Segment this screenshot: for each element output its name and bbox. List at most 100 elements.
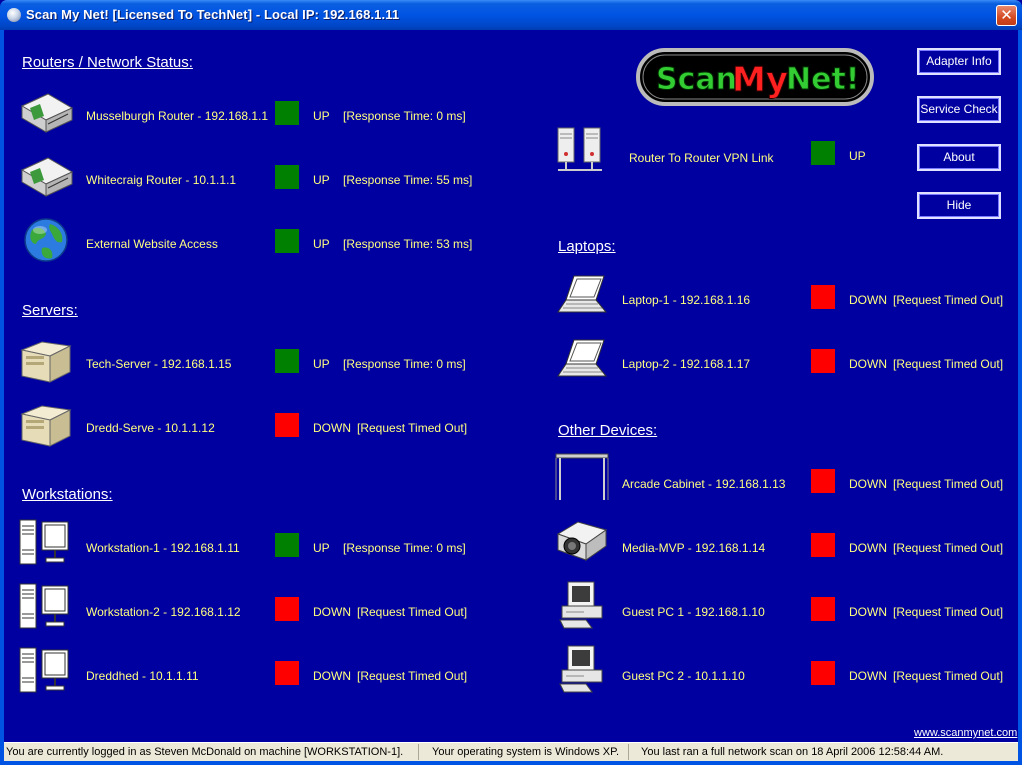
workstation-1-label: Workstation-1 - 192.168.1.11 [86, 541, 240, 555]
svg-text:Net!: Net! [786, 62, 859, 97]
desktop-pc-icon[interactable] [554, 580, 610, 632]
scan-my-net-logo: Scan My Net! [636, 48, 874, 106]
app-icon [7, 8, 21, 22]
website-link[interactable]: www.scanmynet.com [914, 727, 1017, 739]
dredd-serve-label: Dredd-Serve - 10.1.1.12 [86, 421, 215, 435]
request-timeout: [Request Timed Out] [893, 669, 1004, 683]
media-mvp-label: Media-MVP - 192.168.1.14 [622, 541, 766, 555]
laptop-icon[interactable] [554, 334, 610, 386]
status-indicator-up [275, 349, 299, 373]
client-area: Scan My Net! Adapter Info Service Check … [4, 30, 1018, 742]
section-laptops-heading: Laptops: [558, 238, 616, 255]
guest-pc-1-label: Guest PC 1 - 192.168.1.10 [622, 605, 765, 619]
svg-text:Scan: Scan [656, 62, 737, 97]
status-indicator-down [811, 533, 835, 557]
status-indicator-down [275, 597, 299, 621]
status-text: DOWN [849, 605, 887, 619]
server-icon[interactable] [18, 398, 74, 450]
response-time: [Response Time: 55 ms] [343, 173, 473, 187]
request-timeout: [Request Timed Out] [357, 421, 468, 435]
request-timeout: [Request Timed Out] [357, 605, 468, 619]
status-indicator-down [811, 597, 835, 621]
status-indicator-down [275, 413, 299, 437]
status-indicator-down [811, 661, 835, 685]
title-bar[interactable]: Scan My Net! [Licensed To TechNet] - Loc… [0, 0, 1022, 30]
status-text: DOWN [849, 541, 887, 555]
status-indicator-up [275, 533, 299, 557]
server-icon[interactable] [18, 334, 74, 386]
status-indicator-down [275, 661, 299, 685]
router-musselburgh-label: Musselburgh Router - 192.168.1.1 [86, 109, 269, 123]
request-timeout: [Request Timed Out] [357, 669, 468, 683]
router-icon[interactable] [18, 86, 74, 138]
status-indicator-down [811, 469, 835, 493]
status-indicator-up [275, 165, 299, 189]
status-divider [418, 744, 419, 760]
status-text: DOWN [313, 421, 351, 435]
guest-pc-2-label: Guest PC 2 - 10.1.1.10 [622, 669, 745, 683]
status-text: DOWN [849, 477, 887, 491]
arcade-cabinet-label: Arcade Cabinet - 192.168.1.13 [622, 477, 786, 491]
projector-icon[interactable] [554, 516, 610, 568]
external-website-label: External Website Access [86, 237, 218, 251]
globe-icon[interactable] [18, 214, 74, 266]
status-indicator-up [811, 141, 835, 165]
request-timeout: [Request Timed Out] [893, 541, 1004, 555]
request-timeout: [Request Timed Out] [893, 357, 1004, 371]
workstation-2-label: Workstation-2 - 192.168.1.12 [86, 605, 241, 619]
desktop-pc-icon[interactable] [554, 644, 610, 696]
window-frame-bottom [0, 761, 1022, 765]
laptop-2-label: Laptop-2 - 192.168.1.17 [622, 357, 751, 371]
status-os-info: Your operating system is Windows XP. [432, 746, 620, 758]
status-text: DOWN [849, 357, 887, 371]
status-indicator-up [275, 229, 299, 253]
status-scan-info: You last ran a full network scan on 18 A… [641, 746, 944, 758]
status-indicator-down [811, 349, 835, 373]
adapter-info-button[interactable]: Adapter Info [917, 48, 1001, 75]
status-text: UP [849, 149, 866, 163]
vpn-servers-icon[interactable] [554, 124, 610, 176]
workstation-icon[interactable] [18, 518, 74, 570]
service-check-button[interactable]: Service Check [917, 96, 1001, 123]
section-other-devices-heading: Other Devices: [558, 422, 658, 439]
router-whitecraig-label: Whitecraig Router - 10.1.1.1 [86, 173, 237, 187]
vpn-link-label: Router To Router VPN Link [629, 151, 774, 165]
status-text: UP [313, 237, 330, 251]
arcade-cabinet-icon[interactable] [554, 452, 610, 504]
laptop-icon[interactable] [554, 270, 610, 322]
section-servers-heading: Servers: [22, 302, 78, 319]
request-timeout: [Request Timed Out] [893, 293, 1004, 307]
svg-text:My: My [732, 60, 788, 100]
dreddhed-label: Dreddhed - 10.1.1.11 [86, 669, 199, 683]
about-button[interactable]: About [917, 144, 1001, 171]
response-time: [Response Time: 53 ms] [343, 237, 473, 251]
hide-button[interactable]: Hide [917, 192, 1001, 219]
workstation-icon[interactable] [18, 582, 74, 634]
status-text: UP [313, 109, 330, 123]
workstation-icon[interactable] [18, 646, 74, 698]
main-window: Scan My Net! [Licensed To TechNet] - Loc… [0, 0, 1022, 765]
status-divider [628, 744, 629, 760]
window-frame-right [1018, 30, 1022, 765]
response-time: [Response Time: 0 ms] [343, 109, 466, 123]
close-button[interactable]: ✕ [996, 5, 1017, 26]
router-icon[interactable] [18, 150, 74, 202]
status-bar: You are currently logged in as Steven Mc… [4, 742, 1018, 762]
tech-server-label: Tech-Server - 192.168.1.15 [86, 357, 232, 371]
status-text: UP [313, 541, 330, 555]
status-text: DOWN [849, 293, 887, 307]
request-timeout: [Request Timed Out] [893, 605, 1004, 619]
request-timeout: [Request Timed Out] [893, 477, 1004, 491]
section-workstations-heading: Workstations: [22, 486, 113, 503]
status-text: UP [313, 357, 330, 371]
status-indicator-up [275, 101, 299, 125]
status-user-info: You are currently logged in as Steven Mc… [6, 746, 404, 758]
response-time: [Response Time: 0 ms] [343, 541, 466, 555]
status-text: UP [313, 173, 330, 187]
status-text: DOWN [849, 669, 887, 683]
laptop-1-label: Laptop-1 - 192.168.1.16 [622, 293, 751, 307]
window-title: Scan My Net! [Licensed To TechNet] - Loc… [26, 7, 400, 22]
status-text: DOWN [313, 605, 351, 619]
status-indicator-down [811, 285, 835, 309]
section-routers-heading: Routers / Network Status: [22, 54, 193, 71]
